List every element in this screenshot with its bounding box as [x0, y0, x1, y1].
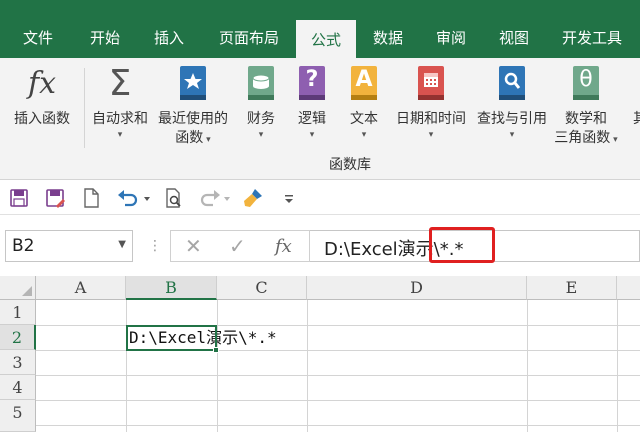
name-box-value: B2 — [12, 236, 35, 256]
theta-book-icon: θ — [570, 64, 602, 104]
recent-functions-button[interactable]: 最近使用的 函数 ▾ — [153, 64, 233, 150]
grid-line — [126, 300, 127, 432]
formula-buttons: ✕ ✓ fx — [170, 230, 310, 262]
lookup-reference-button[interactable]: 查找与引用 ▾ — [472, 64, 552, 141]
grid-line — [217, 300, 218, 432]
column-header-partial — [617, 276, 640, 300]
sigma-icon: Σ — [108, 63, 132, 104]
chevron-down-icon[interactable]: ▾ — [610, 135, 618, 145]
calendar-book-icon — [415, 64, 447, 104]
text-functions-label: 文本 — [350, 111, 378, 127]
select-all-triangle-icon — [22, 286, 32, 296]
select-all-button[interactable] — [0, 276, 36, 300]
recent-functions-label-2: 函数 — [175, 130, 204, 146]
grid-line — [617, 300, 618, 432]
worksheet-grid: A B C D E 1 2 3 4 5 D:\Excel演示\*.* — [0, 276, 640, 432]
tab-file[interactable]: 文件 — [8, 18, 68, 58]
grid-line — [527, 300, 528, 432]
chevron-down-icon[interactable]: ▾ — [472, 129, 552, 141]
chevron-down-icon[interactable]: ▾ — [392, 129, 470, 141]
formula-bar: B2 ▼ ⋮ ✕ ✓ fx D:\Excel演示\*.* — [0, 216, 640, 276]
function-library-group-label: 函数库 — [329, 157, 371, 173]
autosum-label: 自动求和 — [92, 111, 148, 127]
active-cell-outline[interactable] — [126, 325, 219, 353]
ribbon-separator — [84, 68, 85, 148]
grid-line — [36, 425, 640, 426]
logical-label: 逻辑 — [298, 111, 326, 127]
fill-handle[interactable] — [213, 347, 219, 353]
fx-icon: fx — [27, 66, 57, 101]
tab-formulas[interactable]: 公式 — [296, 20, 356, 60]
tab-home[interactable]: 开始 — [74, 18, 136, 58]
math-trig-label: 数学和 — [565, 111, 607, 127]
row-header-5[interactable]: 5 — [0, 400, 36, 432]
coins-icon — [245, 64, 277, 104]
cancel-icon[interactable]: ✕ — [185, 234, 202, 258]
excel-window: 文件 开始 插入 页面布局 公式 数据 审阅 视图 开发工具 fx 插入函数 Σ… — [0, 0, 640, 432]
save-icon[interactable] — [8, 187, 30, 209]
quick-access-toolbar — [0, 181, 640, 215]
more-functions-button[interactable]: 其 — [628, 110, 640, 129]
fx-icon[interactable]: fx — [275, 236, 292, 257]
search-book-icon — [496, 64, 528, 104]
column-header-b[interactable]: B — [126, 276, 217, 300]
grid-line — [36, 400, 640, 401]
chevron-down-icon[interactable]: ▾ — [344, 129, 384, 141]
chevron-down-icon[interactable]: ▾ — [292, 129, 332, 141]
undo-icon[interactable] — [116, 187, 152, 209]
text-book-icon: A — [348, 64, 380, 104]
row-header-2[interactable]: 2 — [0, 325, 36, 350]
annotation-highlight-box — [429, 227, 495, 263]
insert-function-label: 插入函数 — [14, 111, 70, 127]
customize-icon[interactable] — [282, 187, 296, 209]
logical-button[interactable]: ? 逻辑 ▾ — [292, 64, 332, 141]
column-header-a[interactable]: A — [36, 276, 126, 300]
redo-icon[interactable] — [196, 187, 232, 209]
tab-data[interactable]: 数据 — [358, 18, 418, 58]
lookup-reference-label: 查找与引用 — [477, 111, 547, 127]
chevron-down-icon[interactable]: ▾ — [88, 129, 152, 141]
tab-review[interactable]: 审阅 — [420, 18, 482, 58]
row-header-3[interactable]: 3 — [0, 350, 36, 375]
star-book-icon — [177, 64, 209, 104]
print-preview-icon[interactable] — [162, 187, 184, 209]
row-header-1[interactable]: 1 — [0, 300, 36, 325]
insert-function-button[interactable]: fx 插入函数 — [6, 64, 78, 129]
recent-functions-label: 最近使用的 — [158, 111, 228, 127]
tab-insert[interactable]: 插入 — [138, 18, 200, 58]
ribbon-formulas: fx 插入函数 Σ 自动求和 ▾ 最近使用的 函数 ▾ 财务 ▾ ? 逻辑 ▾ … — [0, 58, 640, 180]
chevron-down-icon[interactable]: ▼ — [118, 239, 126, 250]
financial-label: 财务 — [247, 111, 275, 127]
row-header-4[interactable]: 4 — [0, 375, 36, 400]
chevron-down-icon[interactable]: ▾ — [203, 135, 211, 145]
column-header-c[interactable]: C — [217, 276, 307, 300]
tab-page-layout[interactable]: 页面布局 — [206, 18, 292, 58]
grid-line — [307, 300, 308, 432]
more-functions-label: 其 — [633, 111, 640, 127]
column-header-d[interactable]: D — [307, 276, 527, 300]
date-time-label: 日期和时间 — [396, 111, 466, 127]
autosum-button[interactable]: Σ 自动求和 ▾ — [88, 64, 152, 141]
math-trig-label-2: 三角函数 — [554, 130, 611, 146]
math-trig-button[interactable]: θ 数学和 三角函数 ▾ — [553, 64, 619, 150]
chevron-down-icon[interactable]: ▾ — [240, 129, 282, 141]
column-header-e[interactable]: E — [527, 276, 617, 300]
tab-developer[interactable]: 开发工具 — [548, 18, 636, 58]
financial-button[interactable]: 财务 ▾ — [240, 64, 282, 141]
date-time-button[interactable]: 日期和时间 ▾ — [392, 64, 470, 141]
format-painter-icon[interactable] — [242, 187, 264, 209]
text-functions-button[interactable]: A 文本 ▾ — [344, 64, 384, 141]
question-book-icon: ? — [296, 64, 328, 104]
grid-line — [36, 375, 640, 376]
tab-view[interactable]: 视图 — [484, 18, 544, 58]
enter-icon[interactable]: ✓ — [229, 234, 246, 258]
ribbon-tab-bar: 文件 开始 插入 页面布局 公式 数据 审阅 视图 开发工具 — [0, 0, 640, 60]
new-document-icon[interactable] — [80, 187, 102, 209]
name-box[interactable]: B2 ▼ — [5, 230, 133, 262]
drag-handle-icon[interactable]: ⋮ — [148, 238, 162, 254]
save-as-icon[interactable] — [44, 187, 66, 209]
